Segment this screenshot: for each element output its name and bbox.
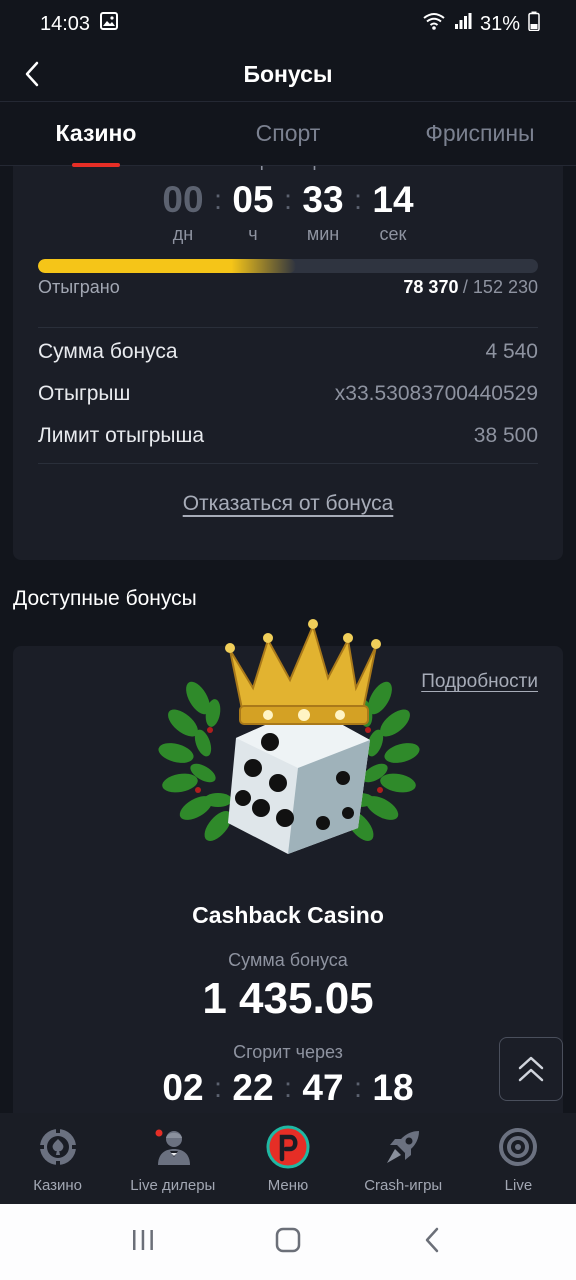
page-title: Бонусы xyxy=(243,61,333,87)
timer-days: 00 дн xyxy=(148,180,218,245)
timer-minutes: 33 мин xyxy=(288,180,358,245)
nav-menu[interactable]: Меню xyxy=(230,1113,345,1204)
battery-percent: 31% xyxy=(479,12,520,35)
system-navigation-bar xyxy=(0,1204,576,1280)
timer-days-value: 02 xyxy=(162,1067,204,1108)
timer-seconds-unit: сек xyxy=(379,224,407,244)
bottom-navigation: Казино Live дилеры Меню Crash-игры Live xyxy=(0,1113,576,1204)
timer-seconds: 18 xyxy=(358,1068,428,1108)
wager-row: Отыгрыш x33.53083700440529 xyxy=(38,382,538,406)
burn-in-label: Сгорит через xyxy=(233,1042,343,1062)
divider xyxy=(38,327,538,328)
status-time: 14:03 xyxy=(40,12,91,35)
timer-minutes-value: 33 xyxy=(302,179,344,220)
gallery-notification-icon xyxy=(100,12,119,36)
timer-minutes: 47 xyxy=(288,1068,358,1108)
live-target-icon xyxy=(496,1125,540,1169)
nav-menu-label: Меню xyxy=(267,1177,309,1194)
refuse-bonus-button[interactable]: Отказаться от бонуса xyxy=(183,492,394,515)
nav-live[interactable]: Live xyxy=(461,1113,576,1204)
double-chevron-up-icon xyxy=(518,1056,544,1082)
status-bar: 14:03 31% xyxy=(0,0,576,48)
nav-live-label: Live xyxy=(504,1177,533,1194)
nav-live-dealers[interactable]: Live дилеры xyxy=(115,1113,230,1204)
tab-freespins[interactable]: Фриспины xyxy=(384,102,576,165)
nav-casino-label: Казино xyxy=(33,1177,82,1194)
battery-icon xyxy=(528,11,540,37)
wager-progress-bar xyxy=(38,259,538,273)
available-bonus-timer: 02 : 22 : 47 : 18 xyxy=(0,1068,576,1108)
available-bonuses-title: Доступные бонусы xyxy=(13,587,197,610)
nav-live-dealers-label: Live дилеры xyxy=(130,1177,216,1194)
signal-icon xyxy=(454,12,472,36)
tab-casino[interactable]: Казино xyxy=(0,102,192,165)
back-button[interactable] xyxy=(14,56,50,92)
home-icon xyxy=(275,1227,301,1252)
played-label: Отыграно xyxy=(38,277,120,297)
tab-sport[interactable]: Спорт xyxy=(192,102,384,165)
bonus-sum-label: Сумма бонуса xyxy=(228,950,348,970)
timer-minutes-value: 47 xyxy=(302,1067,344,1108)
nav-crash-games[interactable]: Crash-игры xyxy=(346,1113,461,1204)
timer-days-value: 00 xyxy=(162,179,204,220)
wager-label: Отыгрыш xyxy=(38,382,131,405)
live-dealer-icon xyxy=(151,1125,195,1169)
timer-days: 02 xyxy=(148,1068,218,1108)
system-back-button[interactable] xyxy=(419,1226,447,1259)
bonus-name: Cashback Casino xyxy=(192,902,384,928)
timer-seconds-value: 14 xyxy=(372,179,414,220)
timer-hours: 05 ч xyxy=(218,180,288,245)
nav-casino[interactable]: Казино xyxy=(0,1113,115,1204)
played-row: Отыграно 78 370 / 152 230 xyxy=(38,277,538,298)
timer-hours-value: 22 xyxy=(232,1067,274,1108)
wager-limit-value: 38 500 xyxy=(473,424,538,447)
menu-logo-icon xyxy=(266,1125,310,1169)
wager-value: x33.53083700440529 xyxy=(334,382,538,405)
bonus-sum-value: 1 435.05 xyxy=(202,974,374,1023)
back-icon xyxy=(426,1227,439,1252)
nav-crash-games-label: Crash-игры xyxy=(364,1177,443,1194)
home-button[interactable] xyxy=(274,1226,302,1259)
crowned-dice-image xyxy=(158,618,420,858)
timer-seconds-value: 18 xyxy=(372,1067,414,1108)
tab-bar: Казино Спорт Фриспины xyxy=(0,102,576,166)
recent-apps-button[interactable] xyxy=(129,1226,157,1259)
recent-apps-icon xyxy=(132,1229,153,1250)
wager-progress-fill xyxy=(38,259,296,273)
app-header: Бонусы xyxy=(0,48,576,102)
wager-limit-row: Лимит отыгрыша 38 500 xyxy=(38,424,538,448)
timer-hours: 22 xyxy=(218,1068,288,1108)
timer-hours-unit: ч xyxy=(248,224,258,244)
timer-seconds: 14 сек xyxy=(358,180,428,245)
timer-hours-value: 05 xyxy=(232,179,274,220)
active-bonus-timer: 00 дн : 05 ч : 33 мин : 14 сек xyxy=(0,180,576,245)
bonus-amount-row: Сумма бонуса 4 540 xyxy=(38,340,538,364)
bonus-details-link[interactable]: Подробности xyxy=(421,671,538,693)
played-total: / 152 230 xyxy=(462,277,538,297)
casino-chip-icon xyxy=(36,1125,80,1169)
bonus-amount-value: 4 540 xyxy=(485,340,538,363)
refuse-bonus-link: Отказаться от бонуса xyxy=(0,492,576,516)
divider xyxy=(38,463,538,464)
rocket-icon xyxy=(381,1125,425,1169)
played-value: 78 370 xyxy=(403,277,459,297)
timer-days-unit: дн xyxy=(172,224,194,244)
timer-minutes-unit: мин xyxy=(306,224,340,244)
scroll-to-top-button[interactable] xyxy=(499,1037,563,1101)
wifi-icon xyxy=(422,11,446,37)
chevron-left-icon xyxy=(25,61,39,87)
wager-limit-label: Лимит отыгрыша xyxy=(38,424,205,447)
bonus-amount-label: Сумма бонуса xyxy=(38,340,178,363)
